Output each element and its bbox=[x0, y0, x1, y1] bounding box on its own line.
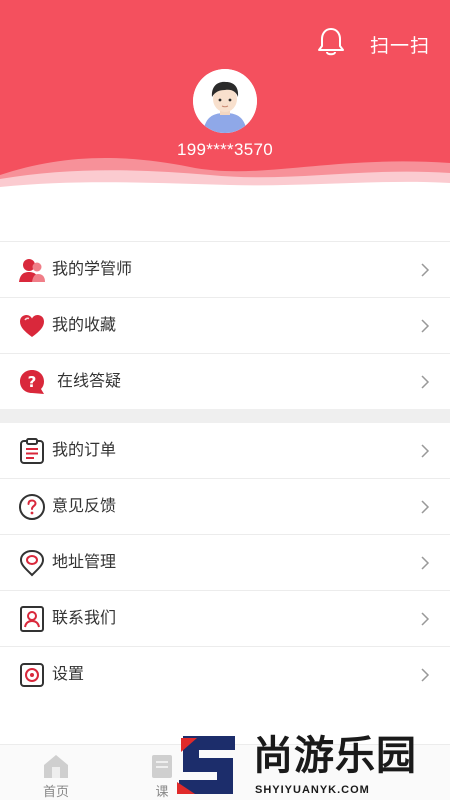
chevron-right-icon bbox=[421, 500, 430, 514]
menu-item-label: 我的学管师 bbox=[52, 261, 133, 278]
watermark-s-logo bbox=[177, 736, 235, 794]
feedback-question-icon bbox=[19, 494, 45, 520]
question-bubble-icon: ? bbox=[20, 370, 44, 394]
menu-item-feedback[interactable]: 意见反馈 bbox=[0, 479, 450, 535]
svg-text:?: ? bbox=[28, 373, 37, 391]
bell-icon[interactable] bbox=[313, 24, 349, 60]
chevron-right-icon bbox=[421, 556, 430, 570]
course-icon bbox=[152, 755, 172, 778]
clipboard-icon bbox=[20, 438, 44, 464]
advisor-icon bbox=[19, 259, 45, 282]
menu-item-favorites[interactable]: 我的收藏 bbox=[0, 298, 450, 354]
contact-card-icon bbox=[20, 606, 44, 632]
chevron-right-icon bbox=[421, 444, 430, 458]
menu-item-contact[interactable]: 联系我们 bbox=[0, 591, 450, 647]
watermark-domain: SHYIYUANYK.COM bbox=[255, 784, 370, 796]
menu-item-label: 联系我们 bbox=[52, 610, 117, 627]
location-pin-icon bbox=[19, 549, 45, 577]
avatar[interactable] bbox=[193, 69, 257, 133]
tab-label: 首页 bbox=[42, 784, 69, 799]
menu-group-1: 我的学管师 我的收藏 ? 在线答疑 bbox=[0, 241, 450, 410]
menu-item-settings[interactable]: 设置 bbox=[0, 647, 450, 689]
menu-item-label: 设置 bbox=[52, 666, 85, 683]
avatar-image bbox=[193, 69, 257, 133]
chevron-right-icon bbox=[421, 612, 430, 626]
menu-item-address[interactable]: 地址管理 bbox=[0, 535, 450, 591]
home-icon bbox=[44, 755, 68, 778]
menu-group-2: 我的订单 意见反馈 地址管理 联系我们 设置 bbox=[0, 423, 450, 689]
chevron-right-icon bbox=[421, 263, 430, 277]
menu-item-label: 我的收藏 bbox=[52, 317, 117, 334]
chevron-right-icon bbox=[421, 319, 430, 333]
menu-item-label: 在线答疑 bbox=[57, 373, 122, 390]
chevron-right-icon bbox=[421, 375, 430, 389]
tab-home[interactable]: 首页 bbox=[26, 745, 86, 800]
menu-item-advisor[interactable]: 我的学管师 bbox=[0, 242, 450, 298]
watermark-name: 尚游乐园 bbox=[253, 733, 417, 779]
watermark-logo: 尚游乐园 SHYIYUANYK.COM bbox=[175, 732, 450, 800]
gear-icon bbox=[20, 663, 44, 687]
menu-item-orders[interactable]: 我的订单 bbox=[0, 423, 450, 479]
menu-item-label: 我的订单 bbox=[52, 442, 117, 459]
user-phone: 199****3570 bbox=[177, 140, 273, 159]
menu-item-online-qa[interactable]: ? 在线答疑 bbox=[0, 354, 450, 410]
chevron-right-icon bbox=[421, 668, 430, 682]
menu-item-label: 地址管理 bbox=[52, 554, 117, 571]
heart-icon bbox=[20, 315, 44, 337]
profile-header: 扫一扫 199****3570 bbox=[0, 0, 450, 205]
menu-item-label: 意见反馈 bbox=[52, 498, 117, 515]
section-separator bbox=[0, 409, 450, 423]
scan-button[interactable]: 扫一扫 bbox=[370, 31, 430, 58]
